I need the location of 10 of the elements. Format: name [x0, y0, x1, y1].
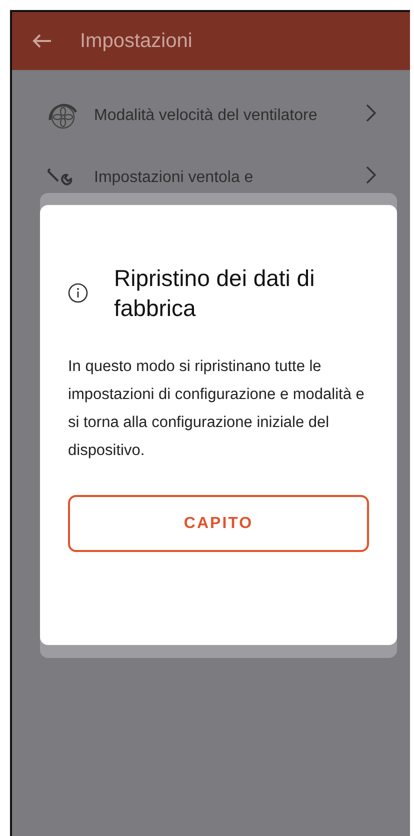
back-arrow-icon[interactable] [32, 33, 52, 49]
chevron-right-icon [366, 166, 376, 184]
confirm-button[interactable]: CAPITO [68, 495, 369, 552]
dialog-message: In questo modo si ripristinano tutte le impostazioni di configurazione e modalità e si torna alla configurazione iniziale del dispositivo. [68, 357, 366, 461]
setting-label[interactable]: Modalità velocità del ventilatore [94, 104, 366, 126]
chevron-right-icon [366, 104, 376, 122]
info-icon [68, 283, 88, 303]
dialog-title: Ripristino dei dati di fabbrica [114, 264, 316, 323]
screen-title: Impostazioni [80, 30, 192, 52]
setting-label[interactable]: Impostazioni ventola e [94, 166, 366, 188]
